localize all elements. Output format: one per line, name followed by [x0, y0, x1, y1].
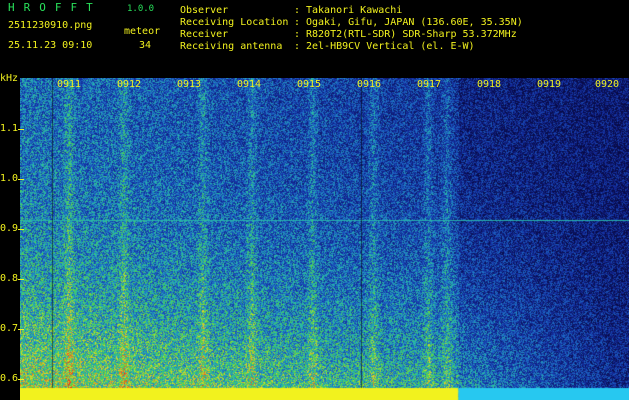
x-tick-label: 0916 — [356, 79, 382, 90]
x-tick-label: 0913 — [176, 79, 202, 90]
app-version: 1.0.0 — [127, 4, 155, 14]
colon-4: : — [294, 41, 301, 52]
antenna-value: 2el-HB9CV Vertical (el. E-W) — [306, 41, 475, 52]
y-tick-mark — [18, 379, 24, 380]
x-tick-label: 0917 — [416, 79, 442, 90]
colon-3: : — [294, 29, 301, 40]
x-tick-label: 0914 — [236, 79, 262, 90]
antenna-label: Receiving antenna — [180, 41, 283, 52]
x-tick-label: 0920 — [594, 79, 620, 90]
observer-label: Observer — [180, 5, 229, 16]
meteor-count: 34 — [139, 40, 152, 51]
x-tick-label: 0912 — [116, 79, 142, 90]
file-name: 2511230910.png — [8, 20, 93, 31]
colon-2: : — [294, 17, 301, 28]
y-tick-mark — [18, 329, 24, 330]
x-tick-label: 0919 — [536, 79, 562, 90]
y-tick-label: 1.1 — [0, 123, 19, 134]
app-logo: HROFFT — [8, 1, 102, 14]
y-tick-mark — [18, 129, 24, 130]
y-tick-label: 0.9 — [0, 223, 19, 234]
receiver-value: R820T2(RTL-SDR) SDR-Sharp 53.372MHz — [306, 29, 517, 40]
location-value: Ogaki, Gifu, JAPAN (136.60E, 35.35N) — [306, 17, 523, 28]
y-tick-label: 0.6 — [0, 373, 19, 384]
observer-value: Takanori Kawachi — [306, 5, 403, 16]
spectrogram-plot — [20, 78, 629, 400]
colon-1: : — [294, 5, 301, 16]
header-panel: HROFFT 1.0.0 2511230910.png meteor 25.11… — [0, 0, 629, 78]
receiver-label: Receiver — [180, 29, 229, 40]
y-tick-label: 0.7 — [0, 323, 19, 334]
y-tick-mark — [18, 279, 24, 280]
y-tick-mark — [18, 229, 24, 230]
x-tick-label: 0911 — [56, 79, 82, 90]
date-time: 25.11.23 09:10 — [8, 40, 93, 51]
x-tick-label: 0915 — [296, 79, 322, 90]
x-tick-label: 0918 — [476, 79, 502, 90]
location-label: Receiving Location — [180, 17, 289, 28]
y-tick-label: 1.0 — [0, 173, 19, 184]
y-axis-unit: kHz — [0, 73, 19, 84]
y-tick-mark — [18, 179, 24, 180]
y-tick-label: 0.8 — [0, 273, 19, 284]
meteor-label: meteor — [124, 26, 161, 37]
